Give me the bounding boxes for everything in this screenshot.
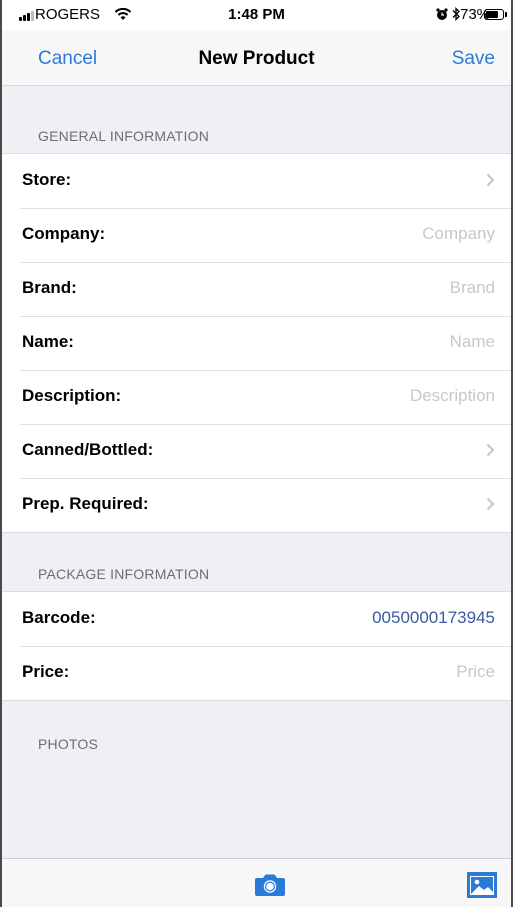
price-row[interactable]: Price: Price <box>2 646 511 700</box>
section-header-general: GENERAL INFORMATION <box>38 128 210 144</box>
chevron-right-icon <box>486 173 495 187</box>
brand-input[interactable]: Brand <box>450 278 495 298</box>
name-input[interactable]: Name <box>450 332 495 352</box>
company-row[interactable]: Company: Company <box>2 208 511 262</box>
general-information-group: Store: Company: Company Brand: Brand Nam… <box>2 153 511 533</box>
chevron-right-icon <box>486 497 495 511</box>
form-content[interactable]: GENERAL INFORMATION Store: Company: Comp… <box>2 86 511 858</box>
company-input[interactable]: Company <box>422 224 495 244</box>
description-label: Description: <box>22 386 122 405</box>
price-input[interactable]: Price <box>456 662 495 682</box>
company-label: Company: <box>22 224 106 243</box>
alarm-icon <box>436 8 448 20</box>
save-button[interactable]: Save <box>452 48 495 70</box>
section-header-package: PACKAGE INFORMATION <box>38 566 210 582</box>
store-row[interactable]: Store: <box>2 154 511 208</box>
barcode-input[interactable]: 0050000173945 <box>372 608 495 628</box>
description-input[interactable]: Description <box>410 386 495 406</box>
photo-library-icon[interactable] <box>466 871 498 899</box>
prep-required-row[interactable]: Prep. Required: <box>2 478 511 532</box>
canned-bottled-label: Canned/Bottled: <box>22 440 154 459</box>
camera-icon[interactable] <box>254 873 286 897</box>
clock-time: 1:48 PM <box>228 6 285 23</box>
battery-tip <box>505 12 507 17</box>
canned-bottled-row[interactable]: Canned/Bottled: <box>2 424 511 478</box>
brand-label: Brand: <box>22 278 77 297</box>
battery-icon <box>484 9 504 20</box>
brand-row[interactable]: Brand: Brand <box>2 262 511 316</box>
status-bar: ROGERS 1:48 PM 73% <box>2 0 511 30</box>
store-label: Store: <box>22 170 72 189</box>
description-row[interactable]: Description: Description <box>2 370 511 424</box>
barcode-label: Barcode: <box>22 608 96 627</box>
chevron-right-icon <box>486 443 495 457</box>
prep-required-label: Prep. Required: <box>22 494 149 513</box>
page-title: New Product <box>198 48 315 69</box>
barcode-row[interactable]: Barcode: 0050000173945 <box>2 592 511 646</box>
price-label: Price: <box>22 662 70 681</box>
name-label: Name: <box>22 332 74 351</box>
package-information-group: Barcode: 0050000173945 Price: Price <box>2 591 511 701</box>
section-header-photos: PHOTOS <box>38 736 99 752</box>
name-row[interactable]: Name: Name <box>2 316 511 370</box>
navigation-bar: Cancel New Product Save <box>2 30 511 86</box>
bottom-toolbar <box>2 858 511 907</box>
bluetooth-icon <box>452 7 460 21</box>
